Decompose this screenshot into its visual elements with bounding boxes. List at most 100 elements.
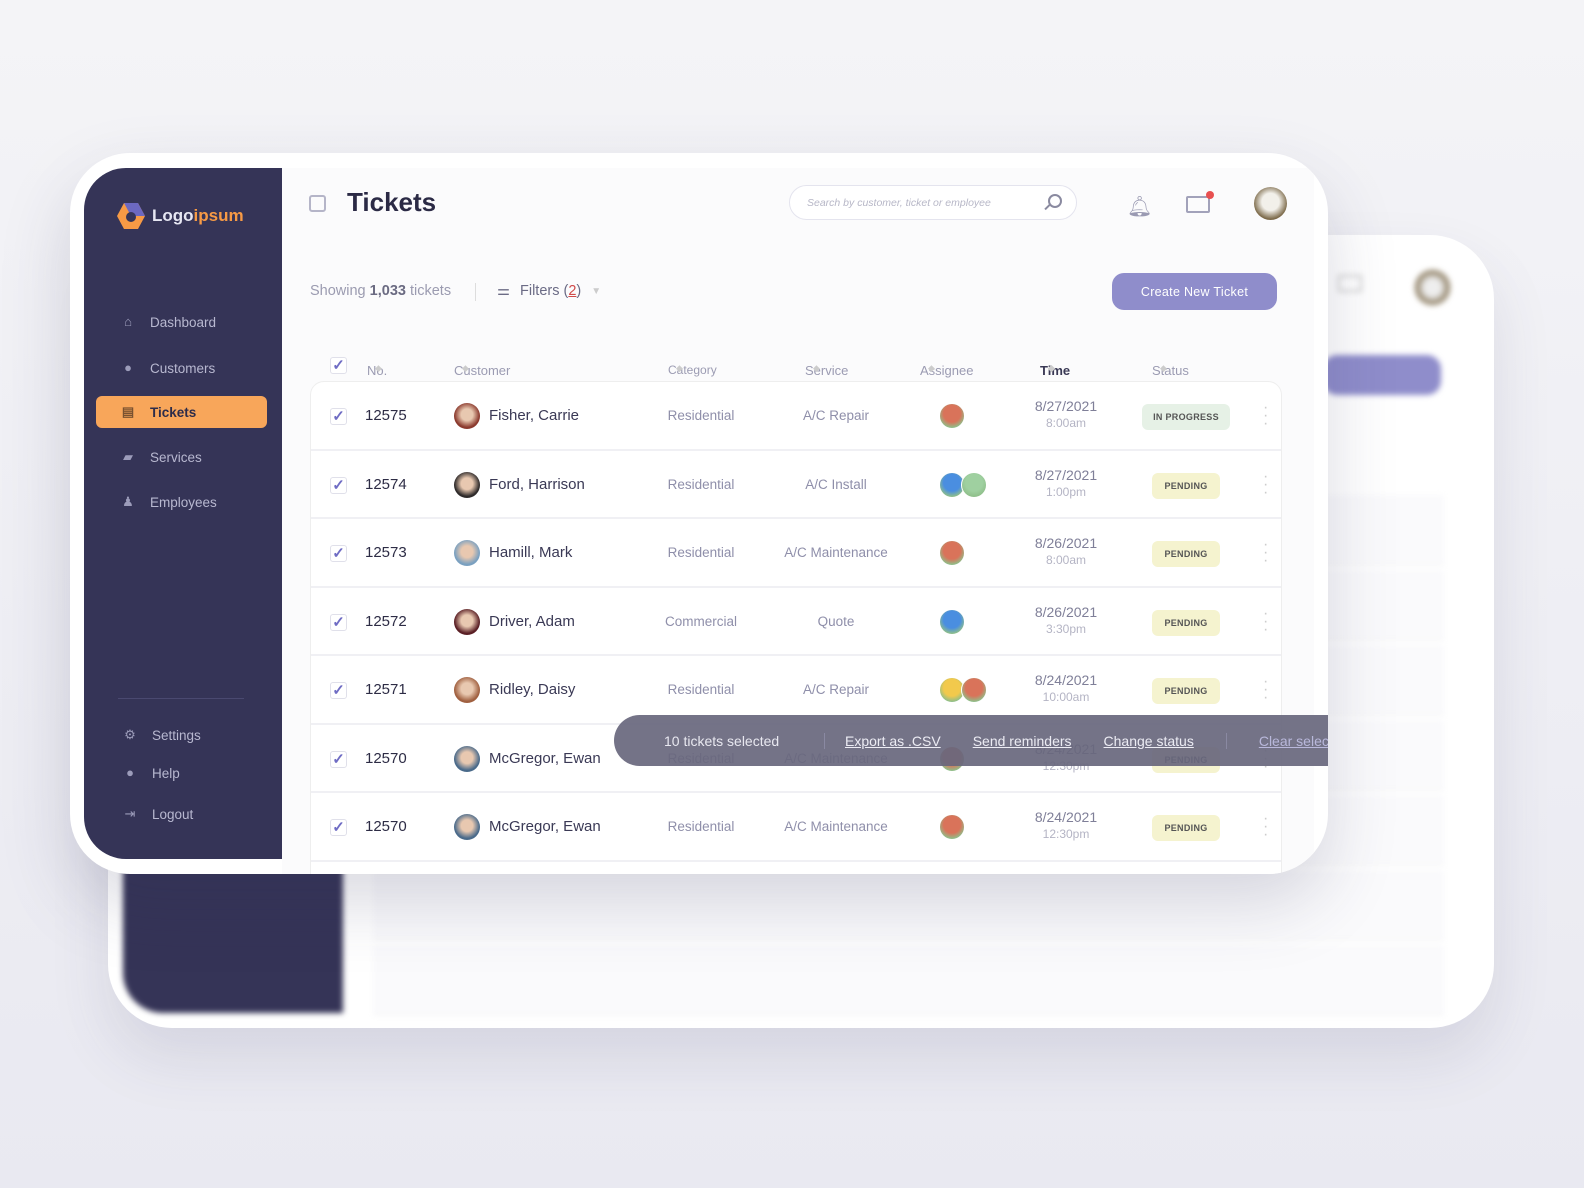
sidebar-item-customers[interactable]: ● Customers	[96, 352, 267, 384]
row-checkbox[interactable]: ✓	[330, 682, 347, 699]
sidebar-item-label: Logout	[152, 806, 194, 822]
unread-dot	[1206, 191, 1214, 199]
employee-icon: ♟	[122, 494, 134, 509]
customer-name[interactable]: Ford, Harrison	[489, 476, 585, 493]
customer-name[interactable]: Driver, Adam	[489, 613, 575, 630]
customer-avatar	[454, 540, 480, 566]
more-options-icon[interactable]: ···	[1263, 605, 1269, 637]
sliders-icon: ⚌	[497, 283, 510, 299]
ticket-number[interactable]: 12572	[365, 613, 407, 630]
chevron-down-icon: ▼	[591, 285, 602, 297]
row-checkbox[interactable]: ✓	[330, 613, 347, 631]
table-header: ✓ No. ◆ Customer ◆ Category ◆ Service ◆ Assi…	[310, 353, 1282, 379]
table-row[interactable]: ✓ 12570 McGregor, Ewan Residential A/C M…	[311, 793, 1281, 862]
sidebar-item-services[interactable]: ▰ Services	[96, 441, 267, 473]
table-row[interactable]: ✓ 12574 Ford, Harrison Residential A/C I…	[311, 451, 1281, 519]
assignees	[939, 814, 965, 840]
status-badge: PENDING	[1152, 678, 1220, 704]
search-input[interactable]	[807, 196, 1037, 209]
bell-icon[interactable]: 🔔︎	[1127, 194, 1152, 219]
assignee-avatar[interactable]	[961, 677, 987, 703]
divider	[475, 283, 476, 301]
customer-name[interactable]: McGregor, Ewan	[489, 818, 601, 835]
row-checkbox[interactable]: ✓	[330, 408, 347, 425]
send-reminders-link[interactable]: Send reminders	[973, 733, 1072, 749]
customer-avatar	[454, 471, 480, 498]
sidebar-item-tickets[interactable]: ▤ Tickets	[96, 396, 267, 428]
status-badge: IN PROGRESS	[1142, 404, 1230, 430]
ticket-number[interactable]: 12571	[365, 681, 407, 698]
selection-action-bar: 10 tickets selected Export as .CSV Send …	[614, 715, 1328, 766]
more-options-icon[interactable]: ···	[1263, 537, 1269, 569]
table-row[interactable]: ✓ 12572 Driver, Adam Commercial Quote 8/…	[311, 588, 1281, 656]
create-ticket-button[interactable]: Create New Ticket	[1112, 273, 1277, 310]
more-options-icon[interactable]: ···	[1263, 400, 1269, 432]
change-status-link[interactable]: Change status	[1104, 733, 1194, 749]
customer-name[interactable]: Ridley, Daisy	[489, 681, 575, 698]
ticket-number[interactable]: 12573	[365, 544, 407, 561]
table-row[interactable]: ✓ 12575 Fisher, Carrie Residential A/C R…	[311, 382, 1281, 451]
ticket-time: 8/26/2021 8:00am	[1034, 535, 1098, 567]
table-row[interactable]: ✓ 12573 Hamill, Mark Residential A/C Mai…	[311, 519, 1281, 588]
help-icon: ●	[126, 765, 134, 780]
assignees	[939, 471, 987, 498]
assignee-avatar[interactable]	[961, 471, 987, 498]
ticket-time: 8/27/2021 8:00am	[1034, 398, 1098, 430]
ticket-number[interactable]: 12575	[365, 407, 407, 424]
more-options-icon[interactable]: ···	[1263, 811, 1269, 843]
customer-name[interactable]: McGregor, Ewan	[489, 750, 601, 767]
service: A/C Maintenance	[784, 819, 888, 834]
row-checkbox[interactable]: ✓	[330, 750, 347, 768]
search-box	[789, 185, 1077, 220]
assignee-avatar[interactable]	[939, 540, 965, 566]
logout-icon: ⇥	[124, 806, 136, 821]
ticket-number[interactable]: 12570	[365, 750, 407, 767]
sidebar-item-help[interactable]: ● Help	[96, 757, 267, 789]
more-options-icon[interactable]: ···	[1263, 468, 1269, 500]
sidebar-item-logout[interactable]: ⇥ Logout	[96, 798, 267, 830]
sidebar-item-label: Dashboard	[150, 314, 217, 330]
status-badge: PENDING	[1152, 472, 1220, 499]
search-icon[interactable]	[1048, 194, 1062, 208]
ticket-time: 8/24/2021 10:00am	[1034, 672, 1098, 704]
logo[interactable]: Logoipsum	[116, 202, 244, 230]
mail-icon[interactable]	[1186, 191, 1214, 213]
assignee-avatar[interactable]	[939, 814, 965, 840]
assignees	[939, 608, 965, 635]
export-csv-link[interactable]: Export as .CSV	[845, 733, 941, 749]
sidebar-item-settings[interactable]: ⚙ Settings	[96, 719, 267, 751]
sidebar-item-dashboard[interactable]: ⌂ Dashboard	[96, 306, 267, 338]
gear-icon: ⚙	[124, 727, 136, 742]
more-options-icon[interactable]: ···	[1263, 674, 1269, 706]
customer-name[interactable]: Fisher, Carrie	[489, 407, 579, 424]
row-checkbox[interactable]: ✓	[330, 819, 347, 836]
filters-dropdown[interactable]: ⚌ Filters (2) ▼	[497, 283, 601, 299]
status-badge: PENDING	[1152, 609, 1220, 636]
customer-avatar	[454, 403, 480, 429]
home-icon: ⌂	[124, 314, 132, 329]
customer-avatar	[454, 608, 480, 635]
assignee-avatar[interactable]	[939, 403, 965, 429]
users-icon: ●	[124, 360, 132, 375]
user-avatar[interactable]	[1254, 187, 1287, 220]
service: Quote	[817, 613, 855, 629]
customer-name[interactable]: Hamill, Mark	[489, 544, 572, 561]
sidebar-item-label: Settings	[152, 727, 201, 743]
row-checkbox[interactable]: ✓	[330, 545, 347, 562]
sidebar-item-label: Services	[150, 449, 202, 465]
main-content: Tickets 🔔︎ Showing 1,033 tickets ⚌Filter…	[282, 168, 1328, 874]
ticket-number[interactable]: 12570	[365, 818, 407, 835]
sidebar-item-employees[interactable]: ♟ Employees	[96, 486, 267, 518]
sidebar-divider	[118, 698, 244, 699]
clear-selections-link[interactable]: Clear selections	[1259, 733, 1328, 749]
ticket-time: 8/26/2021 3:30pm	[1034, 603, 1098, 636]
divider	[824, 732, 825, 749]
divider	[1225, 732, 1227, 749]
assignee-avatar[interactable]	[939, 608, 965, 635]
folder-icon: ▰	[123, 449, 133, 464]
service: A/C Repair	[802, 408, 870, 423]
row-checkbox[interactable]: ✓	[330, 476, 347, 494]
page-title: Tickets	[347, 187, 437, 217]
select-all-checkbox[interactable]: ✓	[330, 357, 347, 374]
ticket-number[interactable]: 12574	[365, 476, 407, 493]
